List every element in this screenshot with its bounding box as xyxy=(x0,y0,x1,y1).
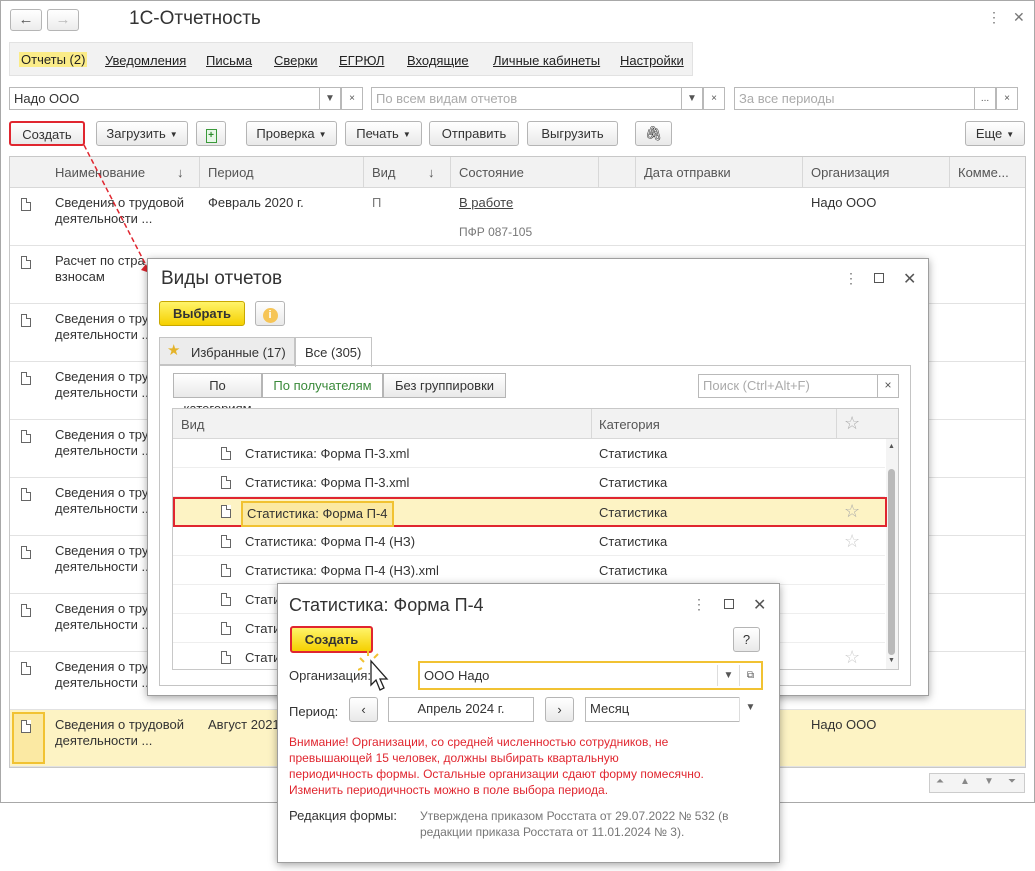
document-icon xyxy=(221,564,231,577)
star-icon[interactable]: ☆ xyxy=(844,647,860,668)
kind-category: Статистика xyxy=(599,446,668,461)
col-category[interactable]: Категория xyxy=(599,417,660,432)
scrollbar-thumb[interactable] xyxy=(888,469,895,655)
col-kind[interactable]: Вид xyxy=(181,417,205,432)
document-icon xyxy=(221,651,231,664)
chevron-down-icon[interactable]: ▼ xyxy=(739,697,761,722)
kind-name: Стати xyxy=(245,592,281,607)
kind-category: Статистика xyxy=(599,475,668,490)
search-placeholder: Поиск (Ctrl+Alt+F) xyxy=(703,378,810,393)
periodicity-value: Месяц xyxy=(590,701,630,716)
maximize-icon[interactable] xyxy=(724,599,734,609)
periodicity-select[interactable]: Месяц ▼ xyxy=(585,697,761,722)
edition-value: Утверждена приказом Росстата от 29.07.20… xyxy=(420,809,729,839)
list-item[interactable]: Статистика: Форма П-4 (НЗ).xml Статистик… xyxy=(173,556,885,585)
list-item[interactable]: Статистика: Форма П-3.xml Статистика xyxy=(173,439,885,468)
star-icon: ★ xyxy=(167,342,181,359)
kind-name: Статистика: Форма П-4 (НЗ) xyxy=(245,534,416,549)
document-icon xyxy=(221,622,231,635)
info-icon: i xyxy=(262,308,278,323)
info-button[interactable]: i xyxy=(255,301,285,326)
open-icon[interactable]: ⧉ xyxy=(739,665,761,686)
select-button[interactable]: Выбрать xyxy=(159,301,245,326)
cursor-icon xyxy=(358,650,389,691)
kind-name: Стати xyxy=(245,650,281,665)
list-item-selected[interactable]: Статистика: Форма П-4 Статистика ☆ xyxy=(173,497,887,527)
tab-all[interactable]: Все (305) xyxy=(295,337,372,367)
maximize-icon[interactable] xyxy=(874,273,884,283)
kind-category: Статистика xyxy=(599,563,668,578)
list-item[interactable]: Статистика: Форма П-4 (НЗ) Статистика ☆ xyxy=(173,527,885,556)
form-dialog: Статистика: Форма П-4 ⋮ ✕ Создать ? Орга… xyxy=(277,583,780,863)
search-input[interactable]: Поиск (Ctrl+Alt+F) × xyxy=(698,374,899,398)
period-field[interactable]: Апрель 2024 г. xyxy=(388,697,534,722)
document-icon xyxy=(221,476,231,489)
help-button[interactable]: ? xyxy=(733,627,760,652)
group-none[interactable]: Без группировки xyxy=(383,373,506,398)
org-value: ООО Надо xyxy=(424,668,490,683)
period-next-button[interactable]: › xyxy=(545,697,574,722)
list-item[interactable]: Статистика: Форма П-3.xml Статистика xyxy=(173,468,885,497)
close-icon[interactable]: ✕ xyxy=(753,595,766,615)
period-prev-button[interactable]: ‹ xyxy=(349,697,378,722)
kinds-header: Вид Категория ☆ xyxy=(173,409,898,439)
kind-name: Стати xyxy=(245,621,281,636)
kind-category: Статистика xyxy=(599,534,668,549)
kind-name: Статистика: Форма П-3.xml xyxy=(245,446,410,461)
star-header-icon[interactable]: ☆ xyxy=(844,413,860,434)
group-by-recipient[interactable]: По получателям xyxy=(262,373,383,398)
more-icon[interactable]: ⋮ xyxy=(692,597,706,611)
kind-category: Статистика xyxy=(599,505,668,520)
dialog-title: Статистика: Форма П-4 xyxy=(289,595,484,615)
warning-text: Внимание! Организации, со средней числен… xyxy=(289,735,704,797)
kind-name: Статистика: Форма П-3.xml xyxy=(245,475,410,490)
document-icon xyxy=(221,505,231,518)
document-icon xyxy=(221,593,231,606)
edition-label: Редакция формы: xyxy=(289,808,397,823)
document-icon xyxy=(221,535,231,548)
close-icon[interactable]: ✕ xyxy=(903,269,916,289)
clear-icon[interactable]: × xyxy=(877,374,899,398)
chevron-down-icon[interactable]: ▼ xyxy=(717,665,739,686)
more-icon[interactable]: ⋮ xyxy=(844,271,858,285)
scrollbar[interactable]: ▲ ▼ xyxy=(886,439,898,669)
star-icon[interactable]: ☆ xyxy=(844,501,860,522)
kind-name: Статистика: Форма П-4 xyxy=(241,501,394,527)
kind-name: Статистика: Форма П-4 (НЗ).xml xyxy=(245,563,439,578)
star-icon[interactable]: ☆ xyxy=(844,531,860,552)
tab-all-label: Все (305) xyxy=(305,345,362,360)
group-by-category[interactable]: По категориям xyxy=(173,373,262,416)
dialog-title: Виды отчетов xyxy=(161,268,283,289)
tab-favorites[interactable]: ★ Избранные (17) xyxy=(159,337,295,365)
document-icon xyxy=(221,447,231,460)
tab-favorites-label: Избранные (17) xyxy=(191,345,286,360)
period-label: Период: xyxy=(289,704,339,719)
org-field[interactable]: ООО Надо ▼ ⧉ xyxy=(418,661,763,690)
